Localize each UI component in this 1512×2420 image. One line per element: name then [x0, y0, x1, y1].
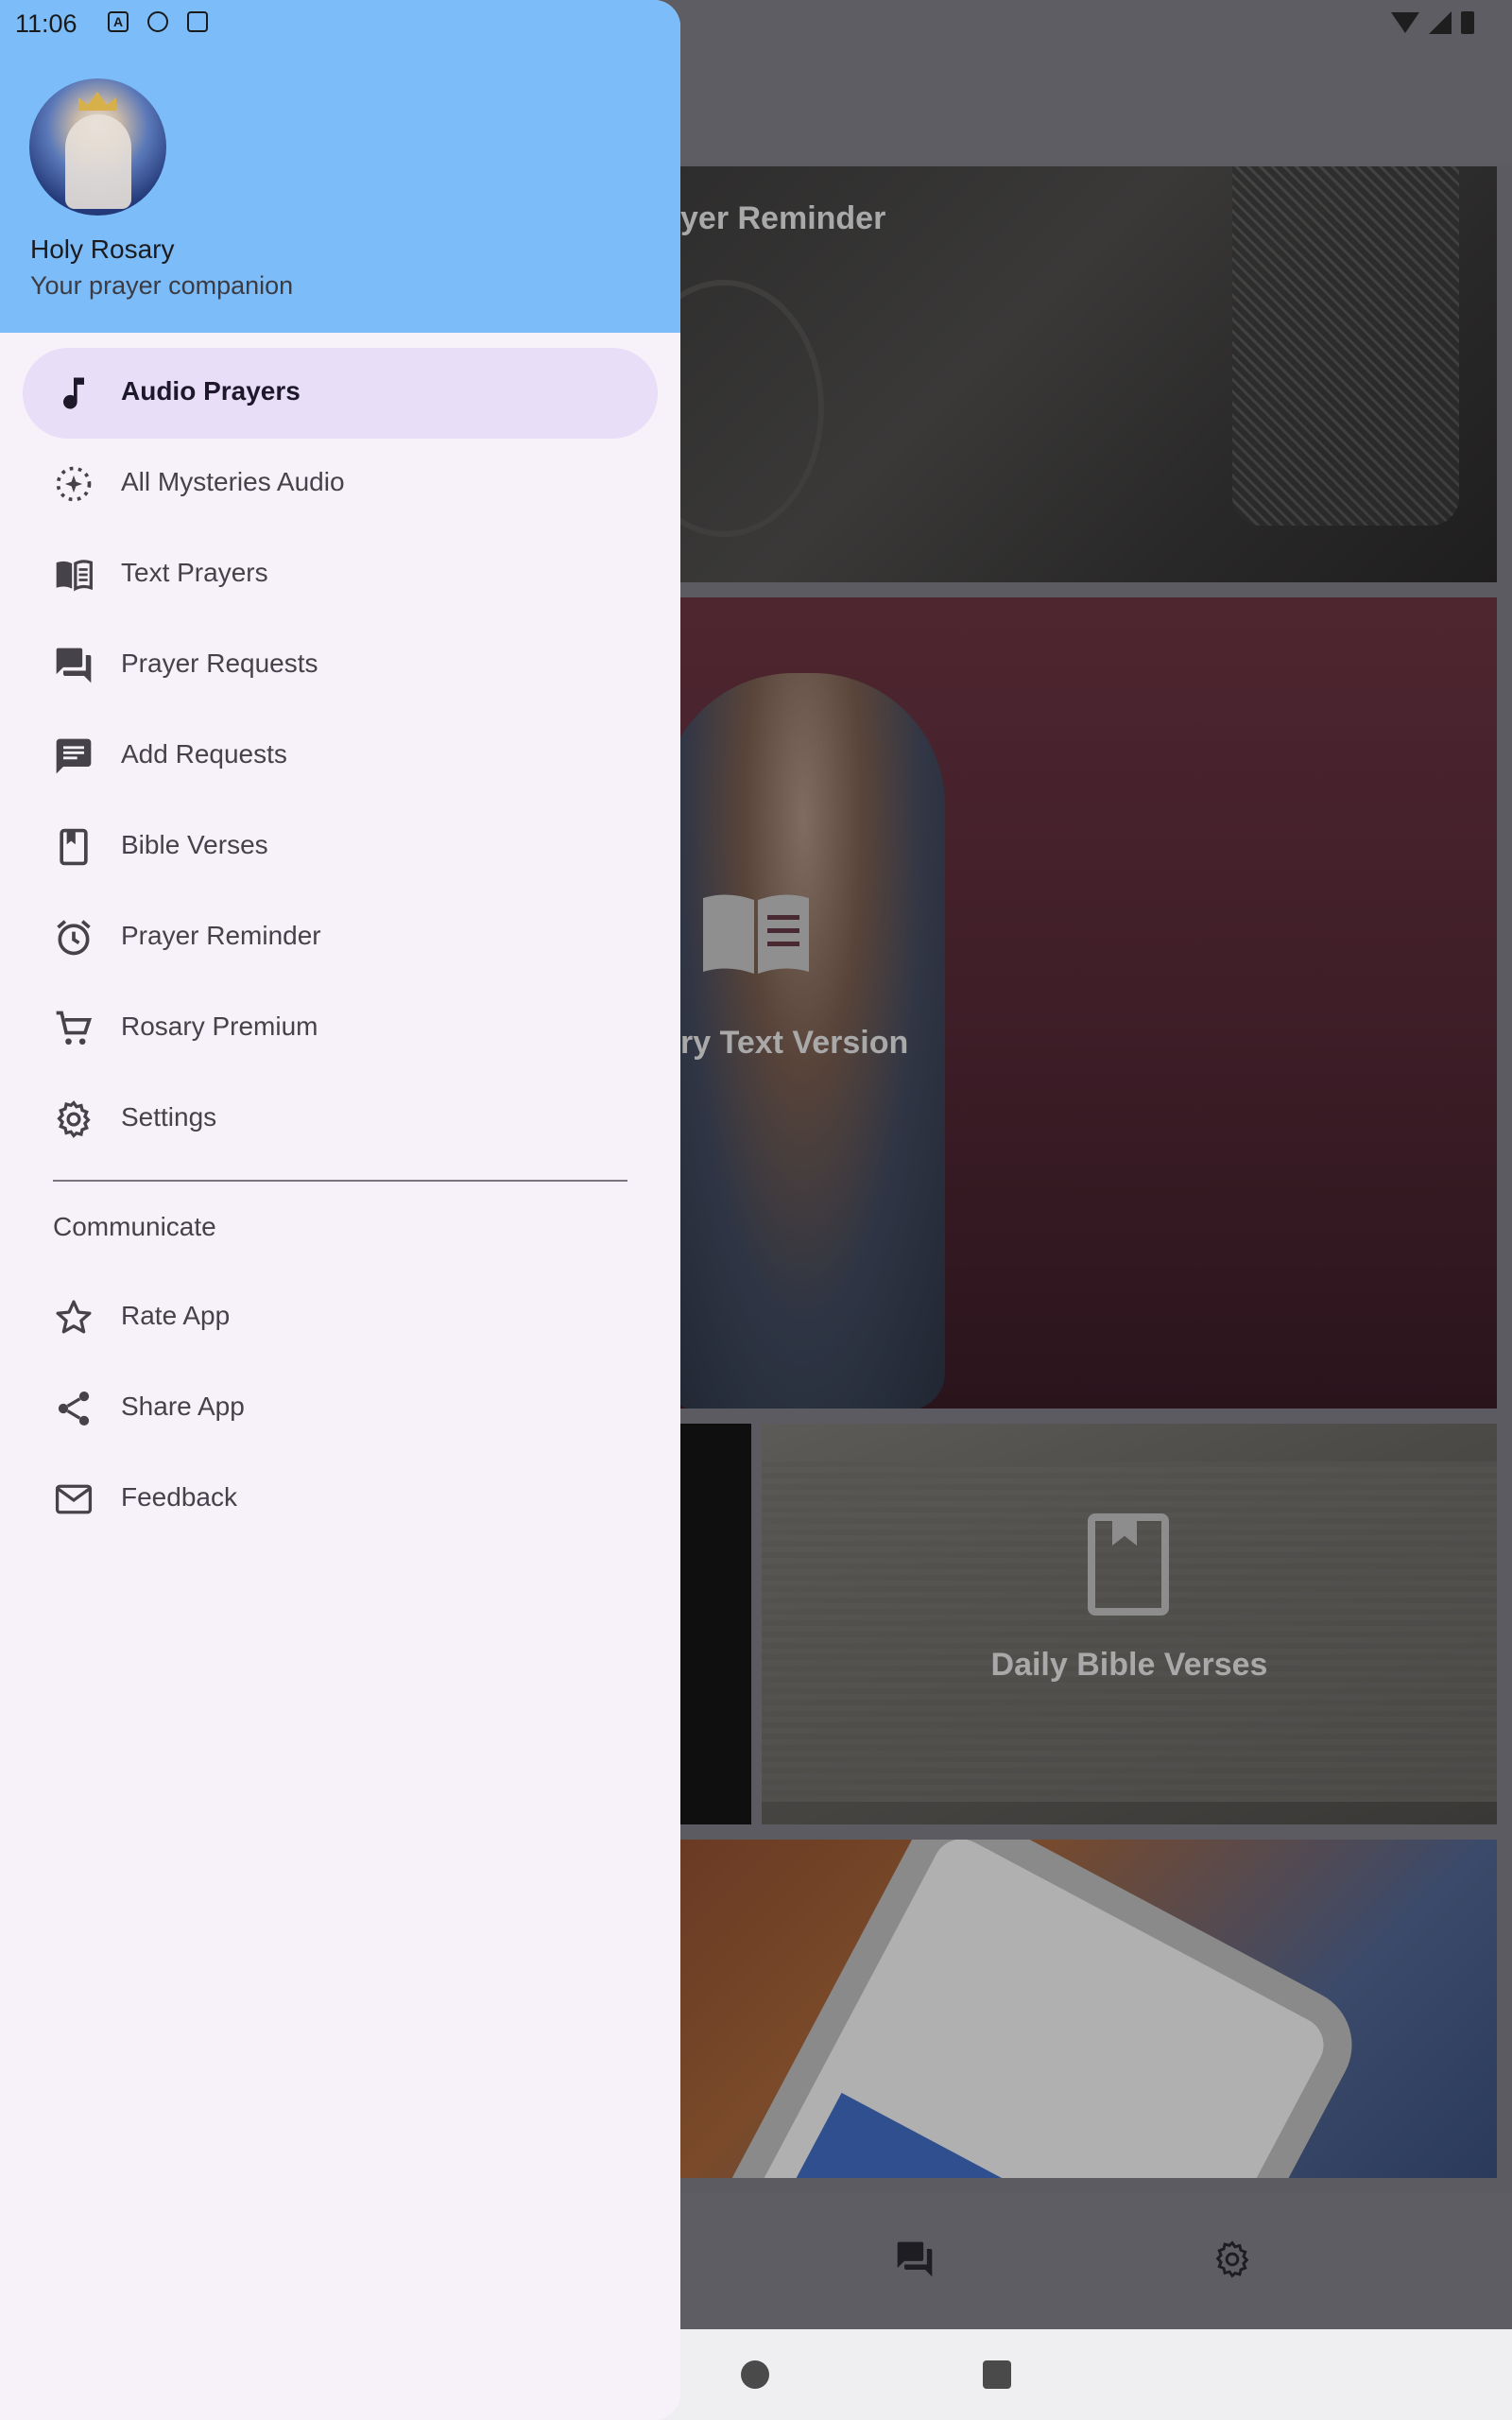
forum-icon [56, 648, 92, 683]
navigation-drawer: 11:06 A Holy Rosary Your prayer companio… [0, 0, 680, 2420]
text-version-card[interactable]: ry Text Version [680, 597, 1497, 1409]
menu-item-rosary-premium[interactable]: Rosary Premium [23, 983, 658, 1074]
gear-icon[interactable] [1211, 2238, 1253, 2280]
sparkle-circle-icon [56, 466, 92, 502]
app-subtitle: Your prayer companion [30, 271, 294, 300]
status-notification-icons: A [108, 11, 208, 32]
menu-item-bible-verses[interactable]: Bible Verses [23, 802, 658, 892]
recents-button[interactable] [983, 2360, 1011, 2389]
cart-icon [56, 1011, 93, 1046]
menu-item-prayer-reminder[interactable]: Prayer Reminder [23, 892, 658, 983]
prayer-reminder-card-title: yer Reminder [680, 200, 886, 236]
menu-item-label: Rosary Premium [121, 1011, 318, 1041]
menu-item-prayer-requests[interactable]: Prayer Requests [23, 620, 658, 711]
menu-item-label: Prayer Reminder [121, 921, 321, 950]
daily-bible-verses-card[interactable]: Daily Bible Verses [762, 1424, 1497, 1824]
menu-divider [53, 1180, 627, 1182]
bookmark-book-icon [1088, 1513, 1169, 1616]
status-icons-right [1391, 11, 1474, 34]
status-time: 11:06 [15, 9, 77, 38]
menu-item-share-app[interactable]: Share App [23, 1363, 658, 1454]
app-name: Holy Rosary [30, 234, 175, 264]
daily-bible-verses-title: Daily Bible Verses [990, 1647, 1268, 1683]
menu-item-label: Rate App [121, 1301, 231, 1330]
wifi-icon [1391, 12, 1419, 33]
message-icon [56, 738, 92, 774]
section-label-communicate: Communicate [53, 1212, 216, 1241]
gear-icon [57, 1100, 91, 1138]
phone-image [707, 1840, 1372, 2178]
premium-card[interactable] [680, 1840, 1497, 2178]
sync-icon [147, 11, 168, 32]
menu-item-settings[interactable]: Settings [23, 1074, 658, 1165]
book-open-icon [703, 894, 809, 974]
battery-icon [1461, 11, 1474, 34]
menu-item-label: Feedback [121, 1482, 237, 1512]
menu-item-label: Audio Prayers [121, 376, 301, 406]
menu-item-text-prayers[interactable]: Text Prayers [23, 529, 658, 620]
forum-icon[interactable] [894, 2238, 936, 2280]
clock-image [680, 280, 824, 537]
star-icon [56, 1300, 92, 1334]
cell-signal-icon [1429, 11, 1452, 34]
share-icon [58, 1392, 90, 1426]
dark-card[interactable] [680, 1424, 751, 1824]
bible-pages-image [762, 1461, 1497, 1802]
menu-item-audio-prayers[interactable]: Audio Prayers [23, 348, 658, 439]
menu-item-label: All Mysteries Audio [121, 467, 345, 496]
menu-item-all-mysteries-audio[interactable]: All Mysteries Audio [23, 439, 658, 529]
menu-item-rate-app[interactable]: Rate App [23, 1272, 658, 1363]
menu-item-feedback[interactable]: Feedback [23, 1454, 658, 1545]
book-open-icon [56, 560, 93, 592]
alarm-icon [57, 920, 91, 956]
home-button[interactable] [741, 2360, 769, 2389]
menu-item-label: Prayer Requests [121, 648, 318, 678]
keyboard-a-icon: A [108, 11, 129, 32]
mesh-image [1232, 166, 1459, 526]
avatar [29, 78, 166, 216]
menu-item-add-requests[interactable]: Add Requests [23, 711, 658, 802]
menu-item-label: Text Prayers [121, 558, 268, 587]
bookmark-book-icon [60, 828, 88, 866]
menu-item-label: Share App [121, 1392, 245, 1421]
menu-item-label: Settings [121, 1102, 217, 1132]
prayer-reminder-card[interactable]: yer Reminder [680, 166, 1497, 582]
mail-icon [55, 1484, 93, 1514]
menu-item-label: Add Requests [121, 739, 287, 769]
music-note-icon [63, 377, 84, 409]
drawer-header: 11:06 A Holy Rosary Your prayer companio… [0, 0, 680, 333]
text-version-card-title: ry Text Version [680, 1025, 909, 1061]
menu-item-label: Bible Verses [121, 830, 268, 859]
android-icon [187, 11, 208, 32]
